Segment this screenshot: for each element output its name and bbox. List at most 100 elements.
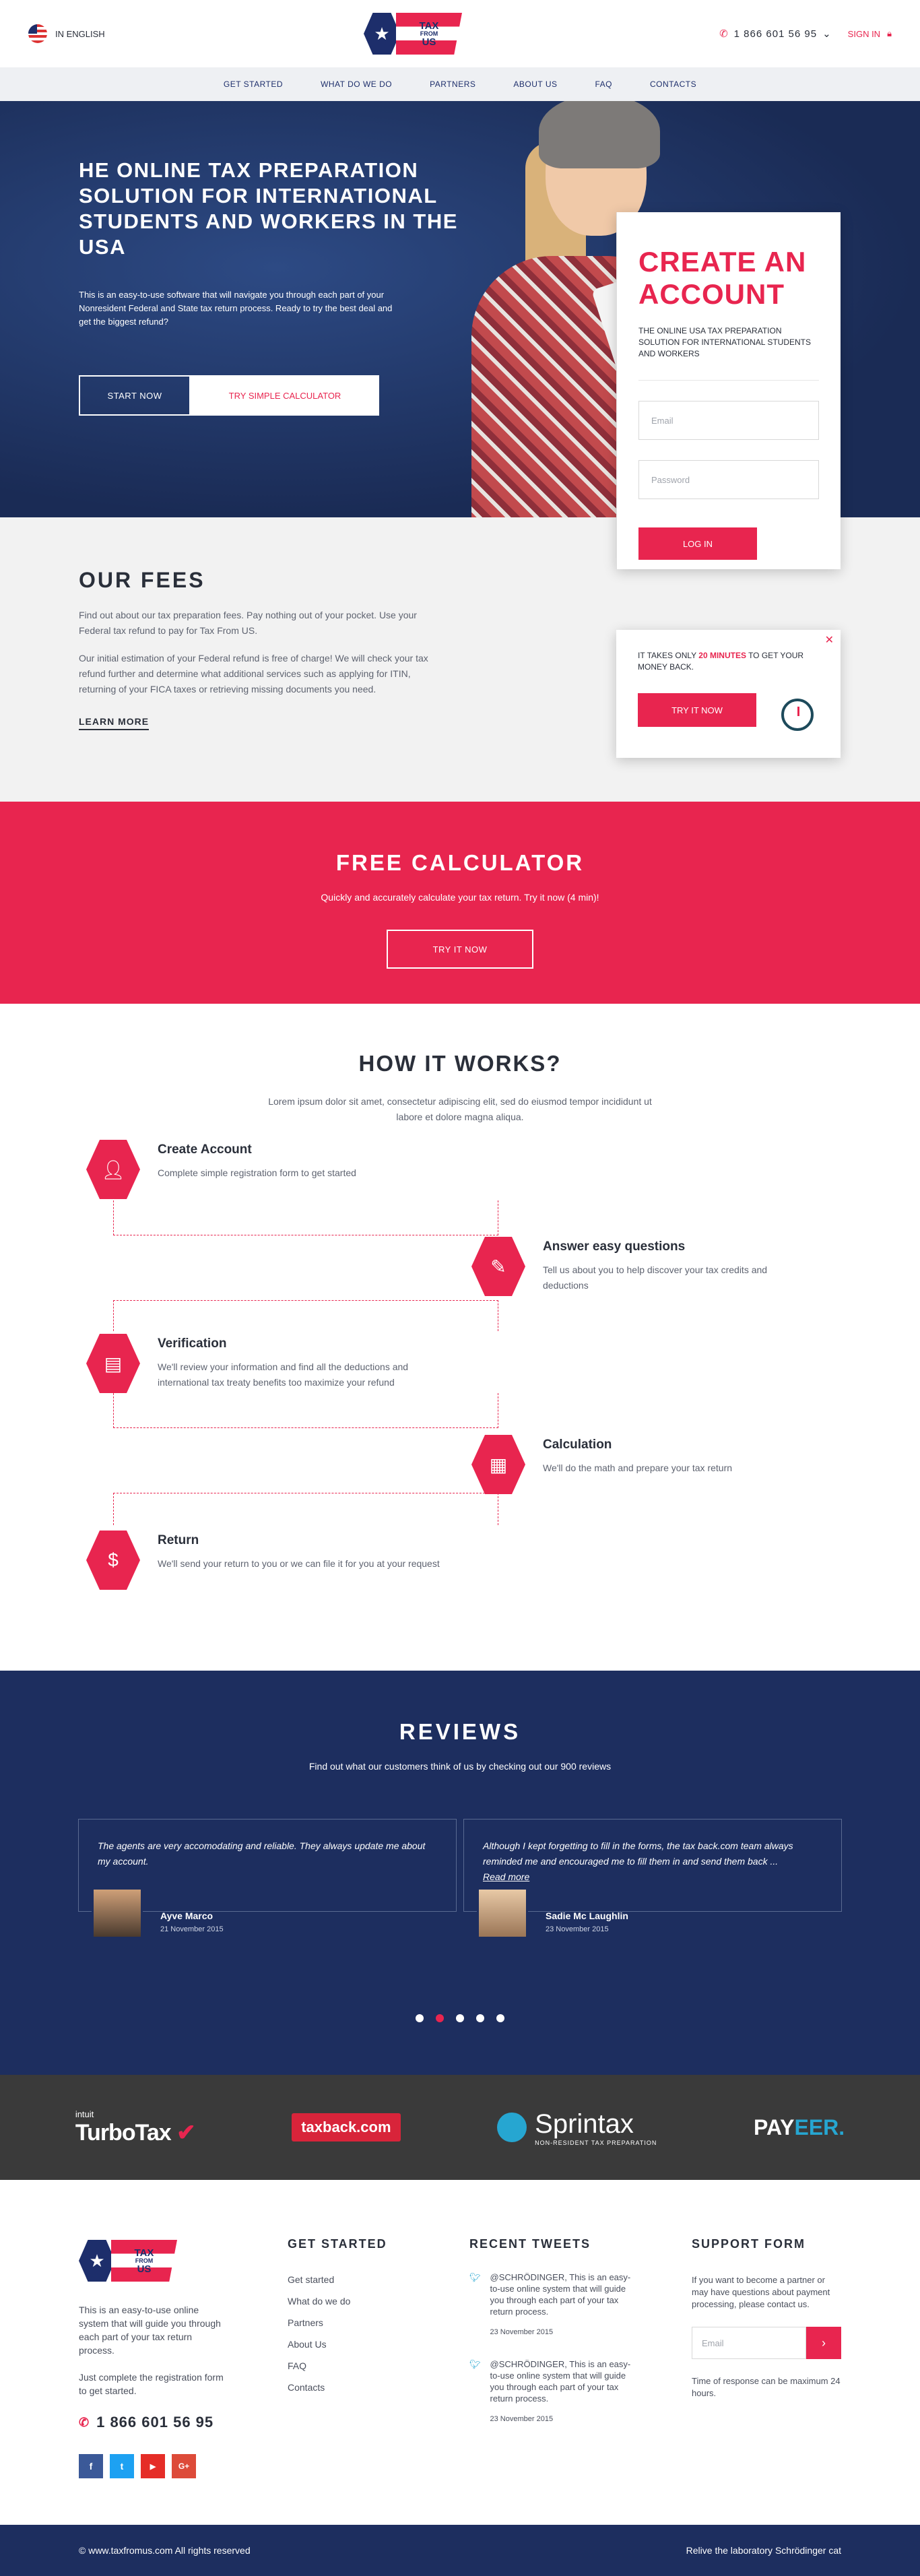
footer-link-partners[interactable]: Partners [288,2317,409,2328]
lock-icon: 🔒︎ [887,28,892,38]
start-now-button[interactable]: START NOW [79,375,191,416]
footer-link-get-started[interactable]: Get started [288,2274,409,2285]
footer-link-about-us[interactable]: About Us [288,2339,409,2350]
fees-paragraph-1: Find out about our tax preparation fees.… [79,610,417,636]
header-phone[interactable]: ✆ 1 866 601 56 95 ⌄ [719,28,832,40]
footer-link-what-do-we-do[interactable]: What do we do [288,2296,409,2307]
reviews-subtitle: Find out what our customers think of us … [308,1761,612,1772]
email-field[interactable]: Email [638,401,819,440]
read-more-link[interactable]: Read more [483,1871,529,1882]
us-flag-icon [28,24,47,43]
footer-support: SUPPORT FORM If you want to become a par… [692,2237,841,2525]
nav-about-us[interactable]: ABOUT US [513,79,557,89]
signin-link[interactable]: SIGN IN 🔒︎ [848,28,892,39]
site-logo[interactable]: ★ TAX FROM US [364,10,462,57]
step-title: Return [158,1533,199,1547]
learn-more-link[interactable]: LEARN MORE [79,716,150,730]
step-title: Answer easy questions [543,1239,686,1254]
login-button[interactable]: LOG IN [638,527,757,560]
how-intro: Lorem ipsum dolor sit amet, consectetur … [268,1096,652,1122]
coin-icon: $ [86,1531,140,1590]
calculator-try-button[interactable]: TRY IT NOW [387,930,533,969]
copyright-credit[interactable]: Relive the laboratory Schrödinger cat [686,2545,841,2556]
step-verification: ▤ Verification We'll review your informat… [86,1334,447,1393]
support-email-input[interactable]: Email [692,2327,806,2359]
sprintax-label: Sprintax [535,2108,634,2139]
footer-col-title: GET STARTED [288,2237,387,2251]
carousel-dots [0,2014,920,2022]
step-return: $ Return We'll send your return to you or… [86,1531,440,1590]
step-text: We'll do the math and prepare your tax r… [543,1462,733,1473]
step-text: Tell us about you to help discover your … [543,1264,768,1291]
send-arrow-button[interactable]: › [806,2327,841,2359]
social-links: f t ▶ G+ [79,2454,227,2478]
partners-strip: intuit TurboTax ✔ taxback.com Sprintax NO… [0,2075,920,2180]
nav-faq[interactable]: FAQ [595,79,613,89]
carousel-dot[interactable] [476,2014,484,2022]
copyright-bar: © www.taxfromus.com All rights reserved … [0,2525,920,2576]
footer-col-title: RECENT TWEETS [469,2237,591,2251]
carousel-dot[interactable] [456,2014,464,2022]
twitter-bird-icon: 🐦︎ [469,2359,481,2369]
step-title: Verification [158,1337,227,1351]
intuit-label: intuit [75,2108,94,2119]
nav-what-do-we-do[interactable]: WHAT DO WE DO [321,79,392,89]
promo-highlight: 20 MINUTES [698,651,746,660]
carousel-dot-active[interactable] [436,2014,444,2022]
footer-links: GET STARTED Get started What do we do Pa… [288,2237,409,2525]
footer-link-faq[interactable]: FAQ [288,2360,409,2371]
fees-title: OUR FEES [79,568,205,592]
how-it-works-section: HOW IT WORKS? Lorem ipsum dolor sit amet… [0,1004,920,1671]
sprintax-logo[interactable]: Sprintax NON-RESIDENT TAX PREPARATION [497,2109,657,2146]
avatar [477,1888,528,1939]
step-title: Calculation [543,1438,612,1452]
nav-contacts[interactable]: CONTACTS [650,79,696,89]
step-calculation: ▦ Calculation We'll do the math and prepa… [471,1435,812,1494]
language-switcher[interactable]: IN ENGLISH [28,24,230,43]
calculator-title: FREE CALCULATOR [335,850,585,875]
twitter-icon[interactable]: t [110,2454,134,2478]
step-answer-questions: ✎ Answer easy questions Tell us about you… [471,1237,812,1296]
tweet-date: 23 November 2015 [490,2415,554,2423]
notepad-icon: ✎ [471,1237,525,1296]
nav-partners[interactable]: PARTNERS [430,79,475,89]
step-text: Complete simple registration form to get… [158,1167,356,1178]
promo-try-button[interactable]: TRY IT NOW [638,693,756,727]
star-icon: ★ [79,2240,115,2282]
carousel-dot[interactable] [496,2014,504,2022]
logo-tax: TAX [134,2247,154,2259]
promo-pre: IT TAKES ONLY [638,651,699,660]
nav-get-started[interactable]: GET STARTED [224,79,283,89]
footer: ★ TAX FROM US This is an easy-to-use onl… [0,2180,920,2525]
reviews-section: REVIEWS Find out what our customers thin… [0,1671,920,2075]
how-title: HOW IT WORKS? [358,1051,562,1076]
google-plus-icon[interactable]: G+ [172,2454,196,2478]
create-account-title: CREATE AN ACCOUNT [638,246,807,310]
copyright-text: © www.taxfromus.com All rights reserved [79,2545,251,2556]
review-date: 21 November 2015 [160,1925,224,1933]
phone-number: 1 866 601 56 95 [733,28,818,40]
footer-about-text: This is an easy-to-use online system tha… [79,2305,221,2356]
footer-phone[interactable]: ✆ 1 866 601 56 95 [79,2414,227,2431]
simple-calculator-button[interactable]: TRY SIMPLE CALCULATOR [191,375,379,416]
main-nav: GET STARTED WHAT DO WE DO PARTNERS ABOUT… [0,67,920,101]
carousel-dot[interactable] [416,2014,424,2022]
turbotax-logo[interactable]: intuit TurboTax ✔ [75,2108,196,2146]
support-note: Time of response can be maximum 24 hours… [692,2376,841,2398]
youtube-icon[interactable]: ▶ [141,2454,165,2478]
password-field[interactable]: Password [638,460,819,499]
facebook-icon[interactable]: f [79,2454,103,2478]
sprintax-sub: NON-RESIDENT TAX PREPARATION [535,2139,657,2146]
close-icon[interactable]: ✕ [825,633,834,647]
tweet-item: 🐦︎ @SCHRÖDINGER, This is an easy-to-use … [469,2358,631,2425]
tweet-text: @SCHRÖDINGER, This is an easy-to-use onl… [490,2272,631,2317]
footer-link-contacts[interactable]: Contacts [288,2382,409,2393]
document-icon: ▤ [86,1334,140,1393]
footer-logo[interactable]: ★ TAX FROM US [79,2237,227,2284]
tweet-date: 23 November 2015 [490,2328,554,2336]
fees-paragraph-2: Our initial estimation of your Federal r… [79,653,428,695]
taxback-logo[interactable]: taxback.com [292,2113,401,2142]
phone-icon: ✆ [719,28,729,40]
clock-icon [781,699,814,731]
payeer-logo[interactable]: PAYEER. [754,2115,845,2140]
